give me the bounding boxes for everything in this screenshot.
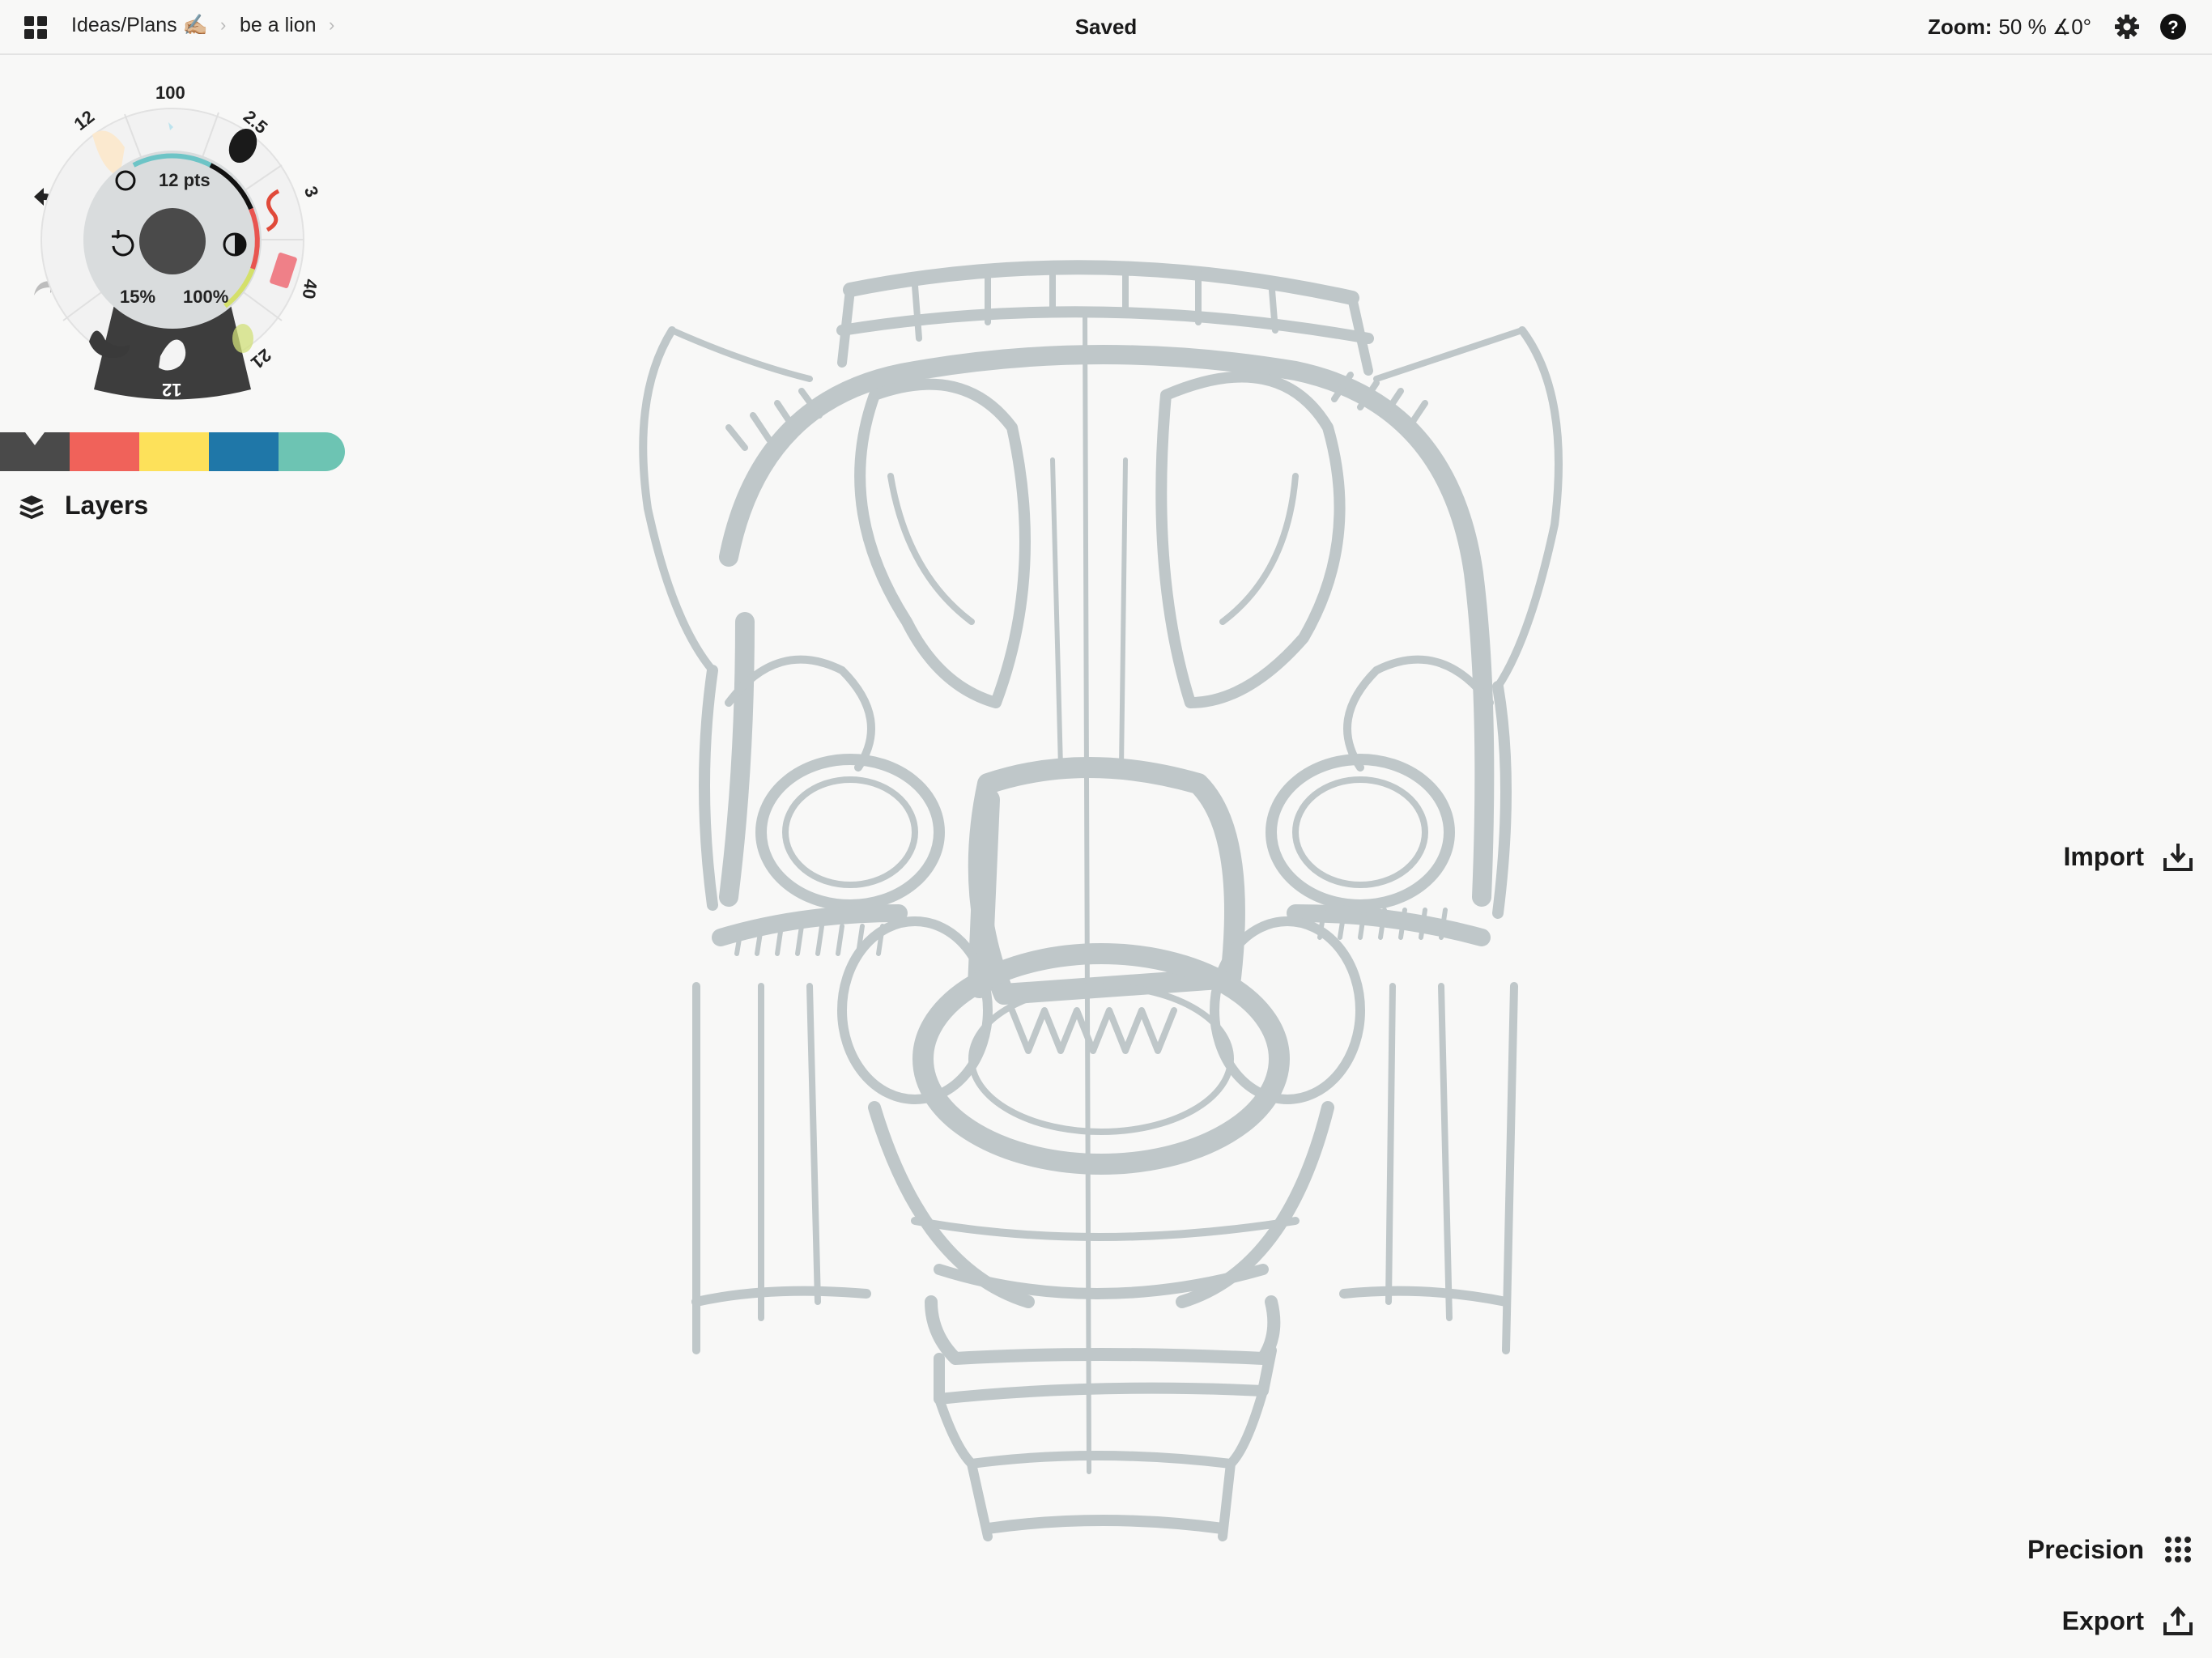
breadcrumb-drawing[interactable]: be a lion (240, 14, 317, 37)
precision-button[interactable]: Precision (2027, 1533, 2194, 1566)
breadcrumb-separator-icon: › (329, 15, 335, 35)
svg-text:?: ? (2167, 17, 2178, 37)
gallery-grid-icon[interactable] (23, 15, 49, 40)
zoom-indicator[interactable]: Zoom: 50 % ∡0° (1928, 15, 2091, 40)
gear-icon[interactable] (2113, 13, 2141, 40)
precision-label: Precision (2027, 1534, 2144, 1564)
zoom-label: Zoom: (1928, 15, 1993, 39)
breadcrumb-project[interactable]: Ideas/Plans ✍🏼 (71, 14, 208, 37)
help-icon[interactable]: ? (2159, 13, 2187, 40)
precision-grid-icon (2165, 1537, 2191, 1562)
lion-sketch (639, 260, 1563, 1541)
top-bar: Ideas/Plans ✍🏼 › be a lion › Saved Zoom:… (0, 0, 2212, 55)
breadcrumb-separator-icon: › (220, 15, 227, 35)
import-label: Import (2063, 841, 2144, 871)
import-icon (2163, 844, 2193, 871)
drawing-canvas[interactable] (0, 55, 2212, 1658)
export-button[interactable]: Export (2062, 1605, 2194, 1637)
import-button[interactable]: Import (2063, 840, 2194, 873)
zoom-value: 50 % ∡0° (1998, 15, 2092, 39)
export-label: Export (2061, 1605, 2144, 1635)
save-status: Saved (1074, 15, 1138, 39)
export-icon (2163, 1605, 2193, 1635)
